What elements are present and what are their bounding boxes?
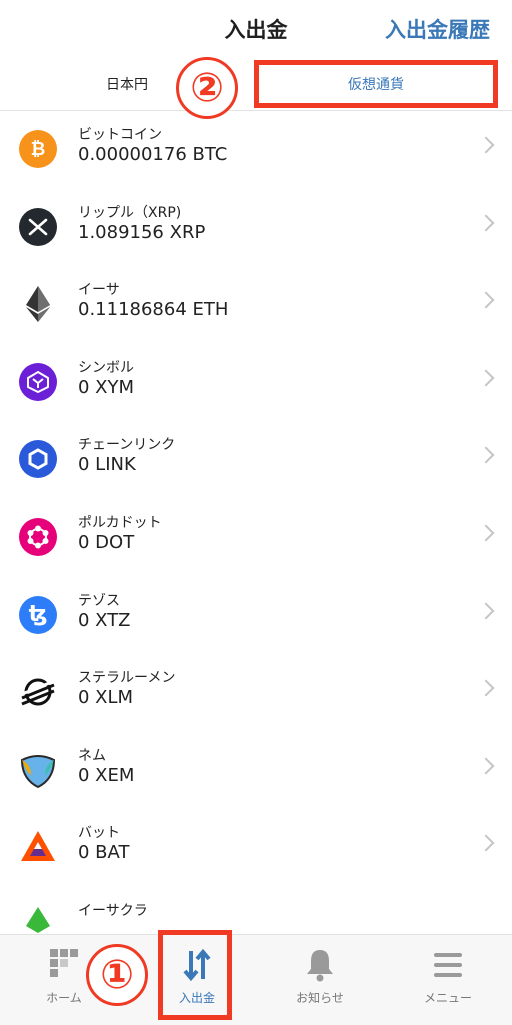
- list-item-xlm[interactable]: ステラルーメン 0 XLM: [0, 655, 512, 733]
- tabbar-menu-label: メニュー: [423, 991, 472, 1005]
- bottom-tab-bar: ホーム 入出金 お知らせ メニュー: [0, 934, 512, 1025]
- list-item-link[interactable]: チェーンリンク 0 LINK: [0, 422, 512, 500]
- coin-name: イーサクラ: [78, 902, 148, 919]
- chevron-right-icon: [477, 524, 495, 542]
- coin-amount: 0 BAT: [78, 842, 130, 864]
- tab-crypto[interactable]: 仮想通貨: [254, 60, 498, 108]
- coin-amount: 0.11186864 ETH: [78, 299, 229, 321]
- list-item-bat[interactable]: バット 0 BAT: [0, 810, 512, 888]
- bell-icon: [307, 950, 333, 982]
- tabbar-menu[interactable]: メニュー: [384, 935, 512, 1025]
- list-item-eth[interactable]: イーサ 0.11186864 ETH: [0, 267, 512, 345]
- coin-name: テゾス: [78, 592, 120, 609]
- list-item-xrp[interactable]: リップル（XRP) 1.089156 XRP: [0, 190, 512, 268]
- list-item-xtz[interactable]: ꜩ テゾス 0 XTZ: [0, 578, 512, 656]
- annotation-step-1: ①: [86, 944, 148, 1006]
- deposit-history-link[interactable]: 入出金履歴: [385, 14, 490, 44]
- chevron-right-icon: [477, 757, 495, 775]
- list-item-dot[interactable]: ポルカドット 0 DOT: [0, 500, 512, 578]
- coin-amount: 1.089156 XRP: [78, 221, 206, 243]
- coin-name: ネム: [78, 747, 106, 764]
- coin-amount: 0 DOT: [78, 531, 135, 553]
- chevron-right-icon: [477, 136, 495, 154]
- coin-amount: 0 XYM: [78, 376, 135, 398]
- nem-icon: [19, 750, 57, 789]
- stellar-icon: [19, 673, 57, 712]
- coin-amount: 0 XEM: [78, 764, 135, 786]
- chevron-right-icon: [477, 446, 495, 464]
- tab-crypto-label: 仮想通貨: [348, 77, 404, 93]
- coin-amount: 0.00000176 BTC: [78, 144, 228, 165]
- coin-name: ポルカドット: [78, 514, 162, 531]
- list-item-etc[interactable]: イーサクラ: [0, 888, 512, 934]
- chevron-right-icon: [477, 214, 495, 232]
- bat-icon: [19, 828, 57, 867]
- coin-name: イーサ: [78, 282, 120, 299]
- coin-list: ₿ ビットコイン 0.00000176 BTC リップル（XRP) 1.0891…: [0, 112, 512, 934]
- coin-name: ステラルーメン: [78, 670, 176, 687]
- coin-amount: 0 XLM: [78, 687, 134, 709]
- chevron-right-icon: [477, 369, 495, 387]
- chevron-right-icon: [477, 679, 495, 697]
- tabbar-notifications-label: お知らせ: [296, 991, 344, 1005]
- coin-name: バット: [78, 825, 120, 842]
- annotation-step-2: ②: [176, 57, 238, 119]
- coin-name: リップル（XRP): [78, 204, 182, 221]
- coin-name: ビットコイン: [78, 127, 162, 143]
- list-item-xem[interactable]: ネム 0 XEM: [0, 733, 512, 811]
- home-grid-icon: [50, 949, 78, 977]
- chevron-right-icon: [477, 291, 495, 309]
- symbol-icon: [19, 362, 57, 401]
- tezos-icon: ꜩ: [19, 595, 57, 634]
- tab-jpy[interactable]: 日本円: [106, 74, 148, 94]
- deposit-highlight-box: [158, 930, 232, 1020]
- hamburger-menu-icon: [434, 953, 462, 977]
- list-item-btc[interactable]: ₿ ビットコイン 0.00000176 BTC: [0, 112, 512, 190]
- app-header: 入出金 入出金履歴: [0, 0, 512, 58]
- tabbar-notifications[interactable]: お知らせ: [256, 935, 384, 1025]
- coin-name: シンボル: [78, 359, 134, 376]
- chevron-right-icon: [477, 602, 495, 620]
- chainlink-icon: [19, 440, 57, 479]
- xrp-icon: [19, 207, 57, 246]
- bitcoin-icon: ₿: [19, 130, 57, 168]
- ethereum-classic-icon: [19, 905, 57, 934]
- ethereum-icon: [19, 285, 57, 324]
- chevron-right-icon: [477, 834, 495, 852]
- polkadot-icon: [19, 517, 57, 556]
- coin-amount: 0 LINK: [78, 454, 136, 476]
- coin-amount: 0 XTZ: [78, 609, 131, 631]
- coin-name: チェーンリンク: [78, 437, 176, 454]
- list-item-xym[interactable]: シンボル 0 XYM: [0, 345, 512, 423]
